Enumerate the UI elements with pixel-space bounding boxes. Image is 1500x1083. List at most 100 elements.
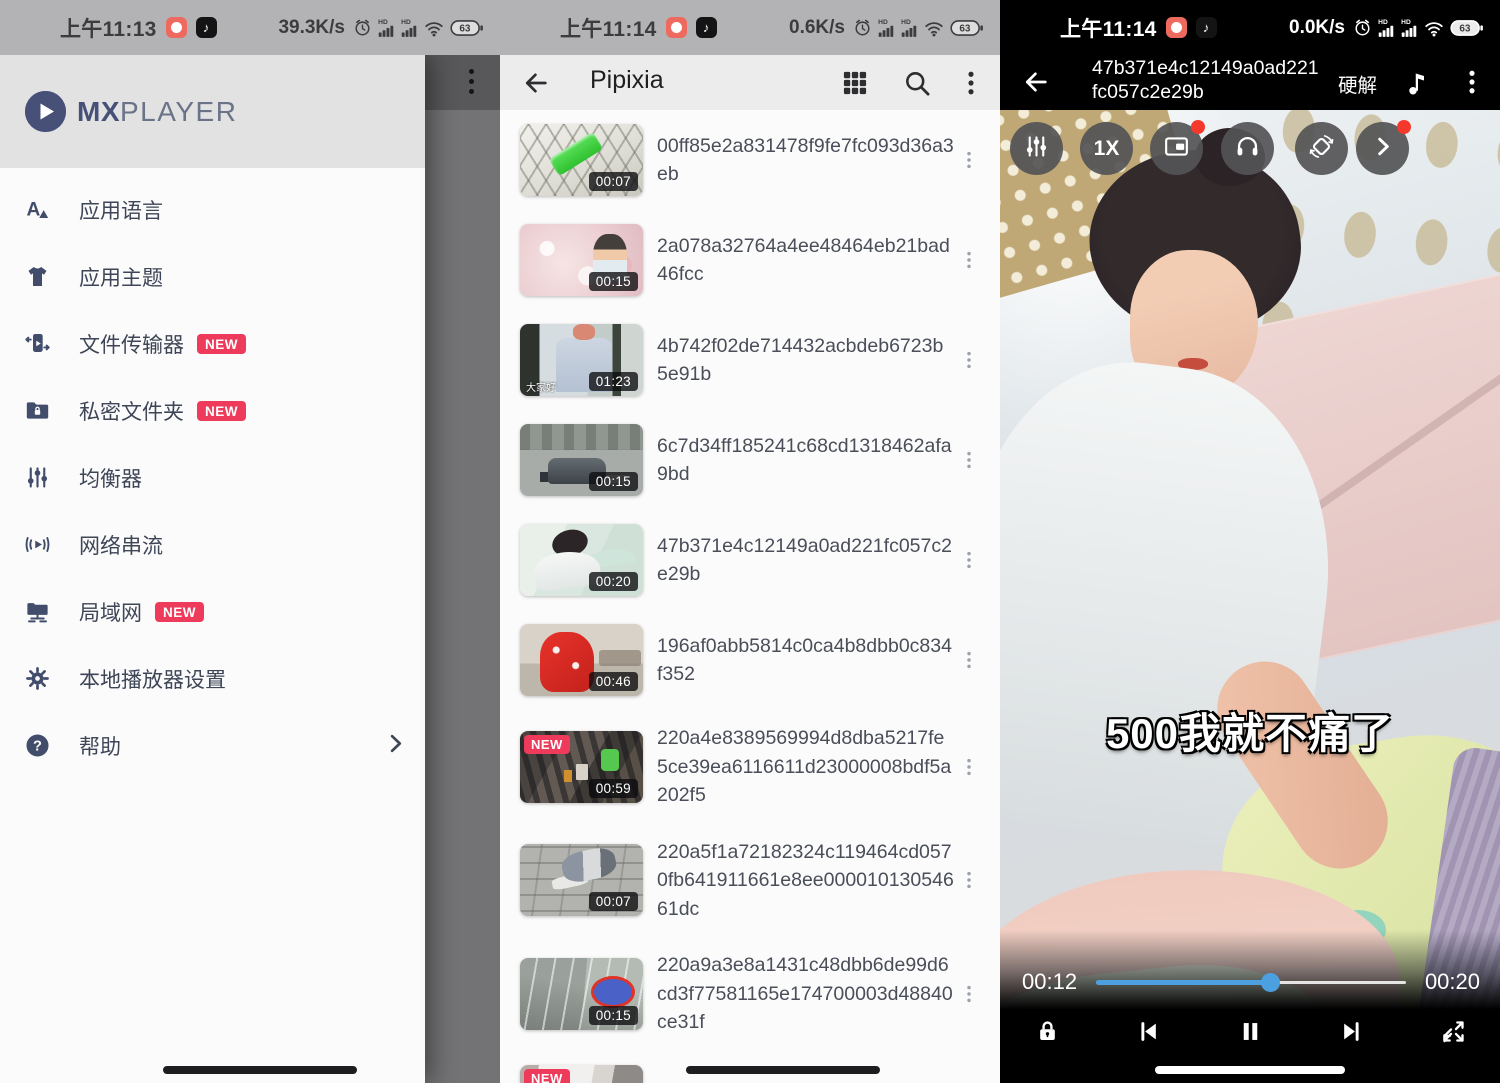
player-quick-controls: 1X [1000,122,1500,178]
video-frame[interactable] [1000,110,1500,1040]
video-thumbnail[interactable]: NEW00:59 [520,731,643,803]
list-item[interactable]: 00:152a078a32764a4ee48464eb21bad46fcc [500,210,1000,310]
duration-badge: 00:07 [589,172,638,191]
home-indicator[interactable] [686,1066,880,1074]
file-name: 220a9a3e8a1431c48dbb6de99d6cd3f77581165e… [657,951,954,1037]
list-item[interactable]: 00:46 196af0abb5814c0ca4b8dbb0c834f352 [500,610,1000,710]
video-thumbnail[interactable]: NEW [520,1065,643,1083]
video-title-line1: 47b371e4c12149a0ad221 [1092,57,1342,81]
tiktok-app-icon: ♪ [696,17,717,38]
drawer-header: MXPLAYER [0,55,425,168]
help-icon: ? [24,732,51,759]
sidebar-item-7[interactable]: 局域网NEW [0,578,425,645]
svg-text:HD: HD [378,19,388,26]
list-item[interactable]: 00:0700ff85e2a831478f9fe7fc093d36a3eb [500,110,1000,210]
item-menu-icon[interactable] [954,149,984,171]
sidebar-item-9[interactable]: ?帮助 [0,712,425,779]
seek-bar[interactable] [1096,972,1406,992]
duration-badge: 00:20 [589,572,638,591]
wifi-icon [424,18,444,38]
item-menu-icon[interactable] [954,869,984,891]
pause-button[interactable] [1233,1017,1267,1051]
expand-more-button[interactable] [1356,122,1409,175]
status-bar: 上午11:13♪39.3K/sHDHD63 [0,0,500,55]
playback-speed-button[interactable]: 1X [1080,122,1133,175]
seek-thumb[interactable] [1261,973,1280,992]
list-item[interactable]: 00:07220a5f1a72182324c119464cd0570fb6419… [500,824,1000,938]
headphones-icon [1234,133,1261,165]
rotate-screen-button[interactable] [1295,122,1348,175]
navigation-drawer: MXPLAYER A应用语言应用主题文件传输器NEW私密文件夹NEW 均衡器网络串… [0,55,425,1083]
video-thumbnail[interactable]: 00:15 [520,424,643,496]
status-bar: 上午11:14♪0.6K/sHDHD63 [500,0,1000,55]
file-transfer-icon [24,330,51,357]
sidebar-item-label: 网络串流 [79,530,163,560]
fullscreen-button[interactable] [1436,1017,1470,1051]
list-item[interactable]: NEW00:59220a4e8389569994d8dba5217fe5ce39… [500,710,1000,824]
sidebar-item-2[interactable]: 应用主题 [0,243,425,310]
sidebar-item-5[interactable]: 均衡器 [0,444,425,511]
clock-time: 上午11:14 [1060,13,1157,43]
video-thumbnail[interactable]: 00:46 [520,624,643,696]
battery-icon: 63 [450,18,484,38]
sidebar-item-6[interactable]: 网络串流 [0,511,425,578]
item-menu-icon[interactable] [954,983,984,1005]
search-icon[interactable] [903,69,931,97]
home-indicator[interactable] [163,1066,357,1074]
video-thumbnail[interactable]: 00:07 [520,844,643,916]
video-thumbnail[interactable]: 大家好01:23 [520,324,643,396]
list-item[interactable]: 00:156c7d34ff185241c68cd1318462afa9bd [500,410,1000,510]
back-arrow-icon[interactable] [1022,68,1050,96]
sidebar-item-3[interactable]: 文件传输器NEW [0,310,425,377]
hw-decoder-button[interactable]: 硬解 [1338,69,1377,98]
grid-view-icon[interactable] [841,69,869,97]
video-file-list: 00:0700ff85e2a831478f9fe7fc093d36a3eb00:… [500,110,1000,1083]
screen-record-icon [666,17,687,38]
item-menu-icon[interactable] [954,249,984,271]
new-badge: NEW [155,602,204,622]
list-item[interactable]: 00:2047b371e4c12149a0ad221fc057c2e29b [500,510,1000,610]
left-screenshot-mx-drawer: 上午11:13♪39.3K/sHDHD63 MXPLAYER A应用语言应用主题… [0,0,500,1083]
sidebar-item-label: 均衡器 [79,463,142,493]
sidebar-item-8[interactable]: 本地播放器设置 [0,645,425,712]
list-item[interactable]: 00:15220a9a3e8a1431c48dbb6de99d6cd3f7758… [500,937,1000,1051]
sidebar-item-4[interactable]: 私密文件夹NEW [0,377,425,444]
video-thumbnail[interactable]: 00:15 [520,958,643,1030]
music-note-icon[interactable] [1403,67,1433,97]
screen-record-icon [166,17,187,38]
overflow-menu-icon[interactable] [957,69,985,97]
list-item[interactable]: 大家好01:234b742f02de714432acbdeb6723b5e91b [500,310,1000,410]
file-name: 196af0abb5814c0ca4b8dbb0c834f352 [657,632,954,689]
total-time: 00:20 [1418,969,1480,995]
sidebar-item-1[interactable]: A应用语言 [0,176,425,243]
video-thumbnail[interactable]: 00:07 [520,124,643,196]
overflow-menu-icon[interactable] [469,69,474,94]
item-menu-icon[interactable] [954,349,984,371]
expand-more-icon [1369,133,1396,165]
previous-button[interactable] [1132,1017,1166,1051]
next-button[interactable] [1335,1017,1369,1051]
home-indicator[interactable] [1155,1066,1345,1074]
video-thumbnail[interactable]: 00:20 [520,524,643,596]
rotate-screen-icon [1308,133,1335,165]
video-thumbnail[interactable]: 00:15 [520,224,643,296]
lock-button[interactable] [1030,1017,1064,1051]
sidebar-item-label: 本地播放器设置 [79,664,226,694]
headphones-button[interactable] [1221,122,1274,175]
pip-button[interactable] [1150,122,1203,175]
equalizer-button[interactable] [1010,122,1063,175]
new-badge: NEW [524,735,570,754]
svg-text:63: 63 [1459,23,1471,34]
item-menu-icon[interactable] [954,449,984,471]
duration-badge: 00:46 [589,672,638,691]
back-arrow-icon[interactable] [522,69,550,97]
file-name: 220a5f1a72182324c119464cd0570fb641911661… [657,838,954,924]
chevron-right-icon [382,730,409,762]
item-menu-icon[interactable] [954,756,984,778]
overflow-menu-icon[interactable] [1458,68,1486,96]
screen: 上午11:13♪39.3K/sHDHD63 MXPLAYER A应用语言应用主题… [0,0,1500,1083]
item-menu-icon[interactable] [954,549,984,571]
right-screenshot-video-player: 上午11:14♪0.0K/sHDHD63 47b371e4c12149a0ad2… [1000,0,1500,1083]
new-badge: NEW [197,334,246,354]
item-menu-icon[interactable] [954,649,984,671]
